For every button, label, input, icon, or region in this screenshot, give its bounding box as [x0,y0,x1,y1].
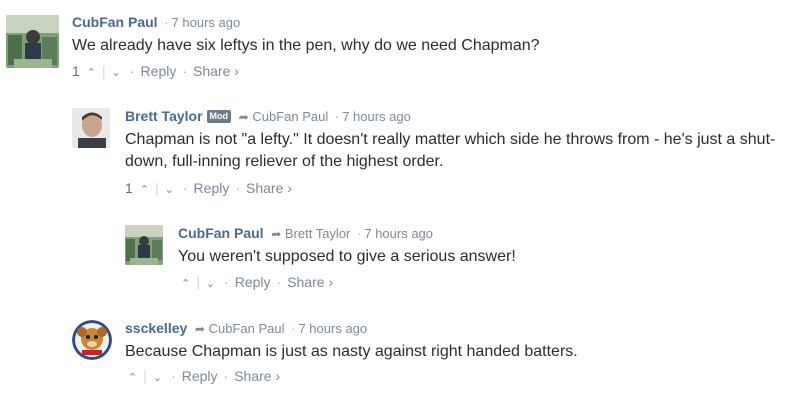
reply-arrow-icon: ➦ [271,227,282,241]
avatar[interactable] [72,320,112,360]
separator: · [182,63,188,79]
separator: · [235,180,241,196]
upvote-icon[interactable]: ⌃ [125,372,140,384]
reply-button[interactable]: Reply [194,180,230,196]
upvote-icon[interactable]: ⌃ [178,278,193,290]
upvote-icon[interactable]: ⌃ [84,67,99,79]
reply-button[interactable]: Reply [235,274,271,290]
separator: · [171,368,176,384]
divider: | [155,180,159,196]
avatar[interactable] [72,108,110,148]
share-button[interactable]: Share › [246,180,292,196]
separator: · [182,180,188,196]
comment-footer: ⌃ | ⌄ · Reply · Share › [178,274,333,292]
comment-footer: 1 ⌃ | ⌄ · Reply · Share › [125,180,292,198]
author-name[interactable]: ssckelley [125,320,187,336]
author-name[interactable]: CubFan Paul [178,225,264,241]
separator: · [224,274,229,290]
timestamp[interactable]: 7 hours ago [172,15,241,30]
downvote-icon[interactable]: ⌄ [150,372,165,384]
avatar[interactable] [125,225,163,265]
share-button[interactable]: Share › [193,63,239,79]
divider: | [196,274,200,290]
moderator-badge: Mod [206,110,232,123]
separator: · [164,15,169,30]
downvote-icon[interactable]: ⌄ [162,184,177,196]
downvote-icon[interactable]: ⌄ [203,278,218,290]
comment-body: Chapman is not "a lefty." It doesn't rea… [125,131,776,170]
author-name[interactable]: Brett Taylor [125,108,203,124]
separator: · [357,226,362,241]
parent-author[interactable]: CubFan Paul [252,109,328,124]
share-button[interactable]: Share › [287,274,333,290]
upvote-count: 1 [125,180,133,196]
share-button[interactable]: Share › [234,368,280,384]
parent-author[interactable]: Brett Taylor [285,226,351,241]
parent-author[interactable]: CubFan Paul [209,321,285,336]
timestamp[interactable]: 7 hours ago [342,109,411,124]
avatar[interactable] [6,15,59,68]
divider: | [102,63,106,79]
separator: · [129,63,135,79]
comment-body: You weren't supposed to give a serious a… [178,248,516,265]
comment-body: Because Chapman is just as nasty against… [125,343,578,360]
downvote-icon[interactable]: ⌄ [109,67,124,79]
divider: | [143,368,147,384]
reply-arrow-icon: ➦ [194,322,205,336]
timestamp[interactable]: 7 hours ago [298,321,367,336]
separator: · [276,274,282,290]
comment-body: We already have six leftys in the pen, w… [72,37,540,54]
reply-arrow-icon: ➦ [238,110,249,124]
reply-button[interactable]: Reply [182,368,218,384]
separator: · [291,321,296,336]
author-name[interactable]: CubFan Paul [72,14,158,30]
comment-footer: ⌃ | ⌄ · Reply · Share › [125,368,280,386]
reply-button[interactable]: Reply [141,63,177,79]
upvote-count: 1 [72,63,80,79]
separator: · [334,109,340,124]
timestamp[interactable]: 7 hours ago [364,226,433,241]
upvote-icon[interactable]: ⌃ [137,184,152,196]
comment-footer: 1 ⌃ | ⌄ · Reply · Share › [72,63,239,81]
separator: · [223,368,229,384]
